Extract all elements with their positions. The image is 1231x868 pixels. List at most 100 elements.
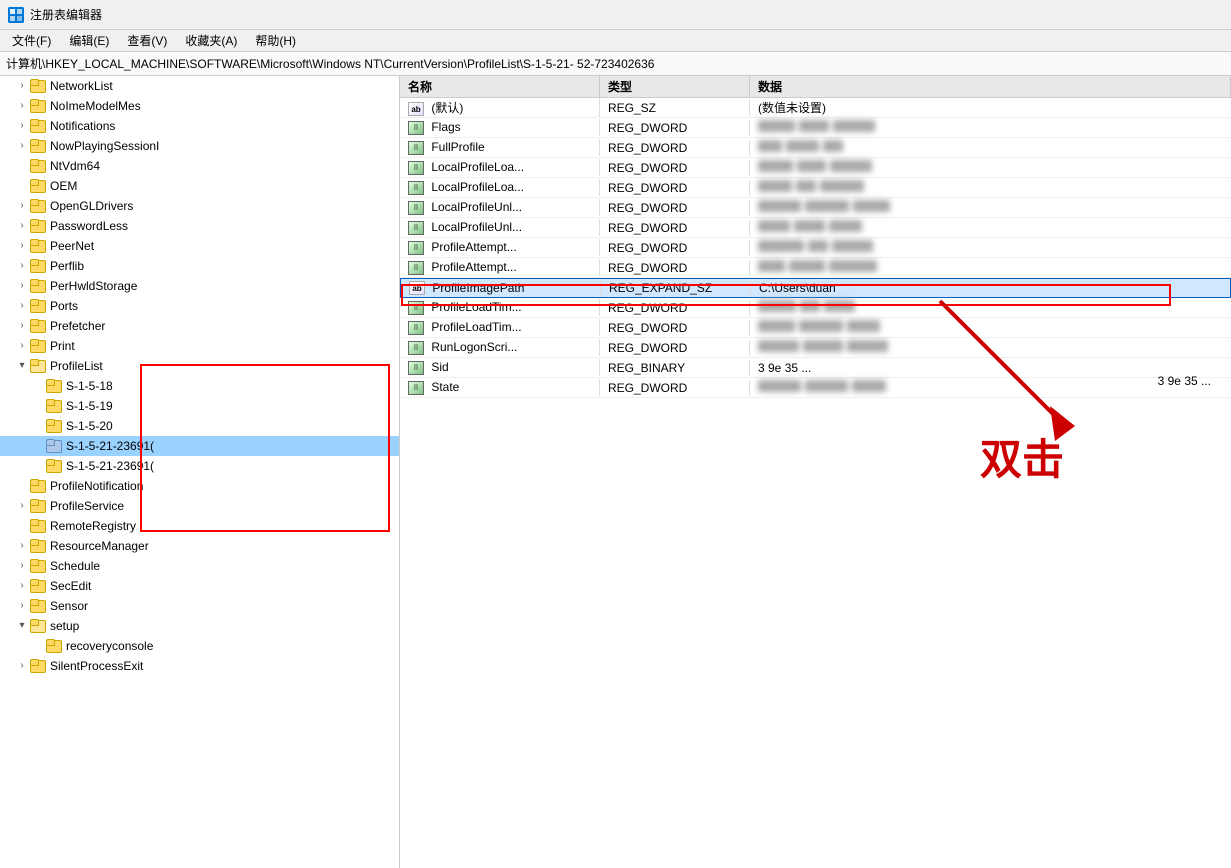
value-type-default: REG_SZ bbox=[600, 100, 750, 116]
folder-s119 bbox=[46, 399, 62, 413]
bin-icon: ⠿ bbox=[408, 241, 424, 255]
bin-icon: ⠿ bbox=[408, 141, 424, 155]
tree-item-remoteRegistry[interactable]: RemoteRegistry bbox=[0, 516, 399, 536]
value-row-localProfileLoa2[interactable]: ⠿ LocalProfileLoa...REG_DWORD bbox=[400, 178, 1231, 198]
tree-item-s121-1[interactable]: S-1-5-21-23691( bbox=[0, 436, 399, 456]
value-row-profileLoadTim2[interactable]: ⠿ ProfileLoadTim...REG_DWORD bbox=[400, 318, 1231, 338]
value-name-profileLoadTim2: ⠿ ProfileLoadTim... bbox=[400, 319, 600, 336]
label-prefetcher: Prefetcher bbox=[50, 319, 105, 333]
value-row-sid[interactable]: ⠿ SidREG_BINARY3 9e 35 ... bbox=[400, 358, 1231, 378]
folder-print bbox=[30, 339, 46, 353]
value-row-flags[interactable]: ⠿ FlagsREG_DWORD bbox=[400, 118, 1231, 138]
menu-help[interactable]: 帮助(H) bbox=[247, 30, 304, 51]
folder-sensor bbox=[30, 599, 46, 613]
label-profileList: ProfileList bbox=[50, 359, 103, 373]
value-row-localProfileUnl2[interactable]: ⠿ LocalProfileUnl...REG_DWORD bbox=[400, 218, 1231, 238]
tree-item-perflib[interactable]: Perflib bbox=[0, 256, 399, 276]
bin-icon: ⠿ bbox=[408, 301, 424, 315]
value-data-localProfileUnl1 bbox=[750, 199, 1231, 216]
bin-icon: ⠿ bbox=[408, 181, 424, 195]
tree-item-schedule[interactable]: Schedule bbox=[0, 556, 399, 576]
sid-right-data: 3 9e 35 ... bbox=[1158, 374, 1211, 388]
tree-item-profileList[interactable]: ProfileList bbox=[0, 356, 399, 376]
tree-item-resourceManager[interactable]: ResourceManager bbox=[0, 536, 399, 556]
menu-view[interactable]: 查看(V) bbox=[119, 30, 175, 51]
expand-passwordLess bbox=[16, 220, 28, 232]
value-name-sid: ⠿ Sid bbox=[400, 359, 600, 376]
folder-secEdit bbox=[30, 579, 46, 593]
value-name-profileAttempt1: ⠿ ProfileAttempt... bbox=[400, 239, 600, 256]
tree-item-recoveryconsole[interactable]: recoveryconsole bbox=[0, 636, 399, 656]
value-row-localProfileUnl1[interactable]: ⠿ LocalProfileUnl...REG_DWORD bbox=[400, 198, 1231, 218]
col-header-name: 名称 bbox=[400, 76, 600, 97]
value-row-state[interactable]: ⠿ StateREG_DWORD bbox=[400, 378, 1231, 398]
tree-item-openGL[interactable]: OpenGLDrivers bbox=[0, 196, 399, 216]
menu-favorites[interactable]: 收藏夹(A) bbox=[177, 30, 245, 51]
expand-nowPlaying bbox=[16, 140, 28, 152]
value-row-fullProfile[interactable]: ⠿ FullProfileREG_DWORD bbox=[400, 138, 1231, 158]
tree-item-ports[interactable]: Ports bbox=[0, 296, 399, 316]
tree-scroll[interactable]: NetworkList NoImeModelMes Notifications … bbox=[0, 76, 399, 846]
tree-item-ntVdm64[interactable]: NtVdm64 bbox=[0, 156, 399, 176]
tree-item-sensor[interactable]: Sensor bbox=[0, 596, 399, 616]
app-title: 注册表编辑器 bbox=[30, 6, 102, 23]
tree-item-passwordLess[interactable]: PasswordLess bbox=[0, 216, 399, 236]
label-resourceManager: ResourceManager bbox=[50, 539, 149, 553]
tree-item-networkList[interactable]: NetworkList bbox=[0, 76, 399, 96]
tree-item-print[interactable]: Print bbox=[0, 336, 399, 356]
value-row-default[interactable]: ab (默认)REG_SZ(数值未设置) bbox=[400, 98, 1231, 118]
tree-item-s118[interactable]: S-1-5-18 bbox=[0, 376, 399, 396]
bin-icon: ⠿ bbox=[408, 261, 424, 275]
tree-item-noImeModelMes[interactable]: NoImeModelMes bbox=[0, 96, 399, 116]
tree-item-nowPlaying[interactable]: NowPlayingSessionI bbox=[0, 136, 399, 156]
value-row-profileLoadTim1[interactable]: ⠿ ProfileLoadTim...REG_DWORD bbox=[400, 298, 1231, 318]
value-row-profileAttempt1[interactable]: ⠿ ProfileAttempt...REG_DWORD bbox=[400, 238, 1231, 258]
tree-item-perHwld[interactable]: PerHwldStorage bbox=[0, 276, 399, 296]
value-data-profileLoadTim1 bbox=[750, 299, 1231, 316]
expand-sensor bbox=[16, 600, 28, 612]
value-name-fullProfile: ⠿ FullProfile bbox=[400, 139, 600, 156]
folder-perflib bbox=[30, 259, 46, 273]
tree-item-s121-2[interactable]: S-1-5-21-23691( bbox=[0, 456, 399, 476]
value-name-flags: ⠿ Flags bbox=[400, 119, 600, 136]
value-data-profileImagePath: C:\Users\duan bbox=[751, 280, 1230, 296]
value-name-localProfileUnl1: ⠿ LocalProfileUnl... bbox=[400, 199, 600, 216]
value-row-localProfileLoa1[interactable]: ⠿ LocalProfileLoa...REG_DWORD bbox=[400, 158, 1231, 178]
tree-item-silentProcessExit[interactable]: SilentProcessExit bbox=[0, 656, 399, 676]
value-name-profileAttempt2: ⠿ ProfileAttempt... bbox=[400, 259, 600, 276]
value-row-profileImagePath[interactable]: ab ProfileImagePathREG_EXPAND_SZC:\Users… bbox=[400, 278, 1231, 298]
value-name-profileLoadTim1: ⠿ ProfileLoadTim... bbox=[400, 299, 600, 316]
value-type-flags: REG_DWORD bbox=[600, 120, 750, 136]
folder-ports bbox=[30, 299, 46, 313]
value-type-profileImagePath: REG_EXPAND_SZ bbox=[601, 280, 751, 296]
value-name-profileImagePath: ab ProfileImagePath bbox=[401, 280, 601, 297]
value-name-state: ⠿ State bbox=[400, 379, 600, 396]
value-name-runLogonScr: ⠿ RunLogonScri... bbox=[400, 339, 600, 356]
tree-item-profileService[interactable]: ProfileService bbox=[0, 496, 399, 516]
label-setup: setup bbox=[50, 619, 79, 633]
value-row-profileAttempt2[interactable]: ⠿ ProfileAttempt...REG_DWORD bbox=[400, 258, 1231, 278]
tree-item-s119[interactable]: S-1-5-19 bbox=[0, 396, 399, 416]
label-sensor: Sensor bbox=[50, 599, 88, 613]
tree-item-peerNet[interactable]: PeerNet bbox=[0, 236, 399, 256]
tree-item-prefetcher[interactable]: Prefetcher bbox=[0, 316, 399, 336]
folder-s118 bbox=[46, 379, 62, 393]
folder-oem bbox=[30, 179, 46, 193]
tree-item-profileNotification[interactable]: ProfileNotification bbox=[0, 476, 399, 496]
tree-item-oem[interactable]: OEM bbox=[0, 176, 399, 196]
folder-s121-2 bbox=[46, 459, 62, 473]
value-name-localProfileLoa1: ⠿ LocalProfileLoa... bbox=[400, 159, 600, 176]
ab-icon: ab bbox=[408, 102, 424, 116]
label-nowPlaying: NowPlayingSessionI bbox=[50, 139, 159, 153]
value-data-localProfileLoa1 bbox=[750, 159, 1231, 176]
expand-ports bbox=[16, 300, 28, 312]
tree-item-setup[interactable]: setup bbox=[0, 616, 399, 636]
tree-item-notifications[interactable]: Notifications bbox=[0, 116, 399, 136]
tree-item-s120[interactable]: S-1-5-20 bbox=[0, 416, 399, 436]
value-data-flags bbox=[750, 119, 1231, 136]
tree-item-secEdit[interactable]: SecEdit bbox=[0, 576, 399, 596]
menu-edit[interactable]: 编辑(E) bbox=[61, 30, 117, 51]
menu-file[interactable]: 文件(F) bbox=[4, 30, 59, 51]
value-row-runLogonScr[interactable]: ⠿ RunLogonScri...REG_DWORD bbox=[400, 338, 1231, 358]
label-s121-2: S-1-5-21-23691( bbox=[66, 459, 154, 473]
